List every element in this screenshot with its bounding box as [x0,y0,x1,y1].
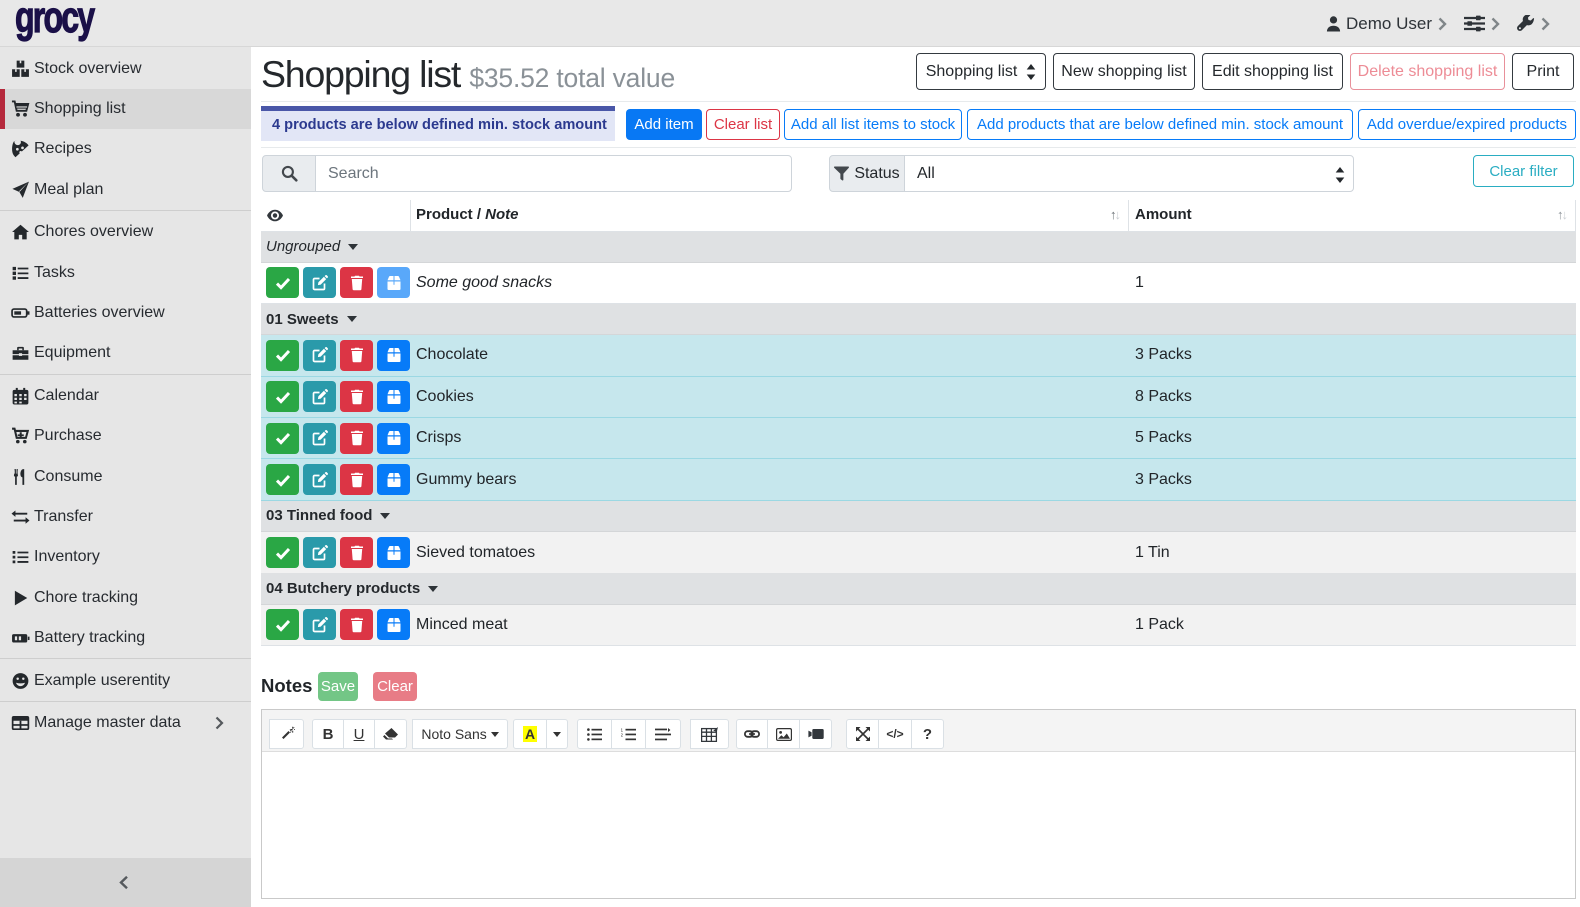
svg-text:2: 2 [621,732,624,737]
